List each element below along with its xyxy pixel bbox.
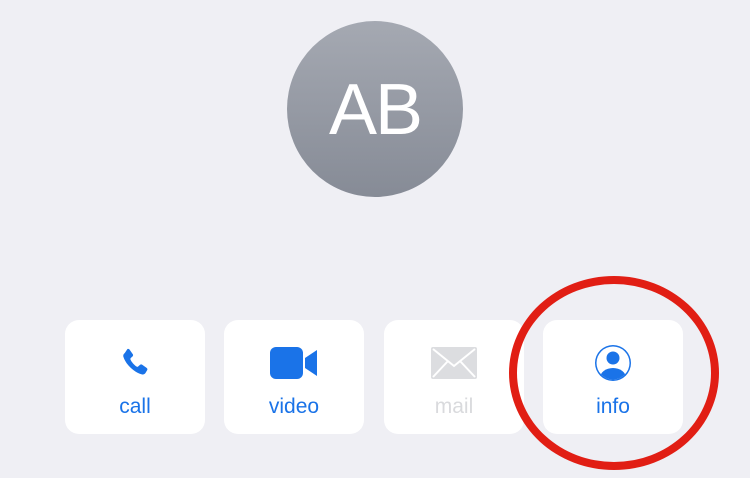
call-label: call [119,395,151,418]
video-button[interactable]: video [224,320,364,434]
person-circle-icon [543,342,683,384]
call-button[interactable]: call [65,320,205,434]
video-label: video [268,395,320,418]
info-button[interactable]: info [543,320,683,434]
phone-icon [65,342,205,384]
mail-button[interactable]: mail [384,320,524,434]
info-label: info [596,395,630,418]
envelope-icon [384,342,524,384]
avatar-initials: AB [328,70,423,150]
mail-label: mail [434,395,474,418]
video-camera-icon [224,342,364,384]
contact-avatar[interactable]: AB [287,21,463,197]
